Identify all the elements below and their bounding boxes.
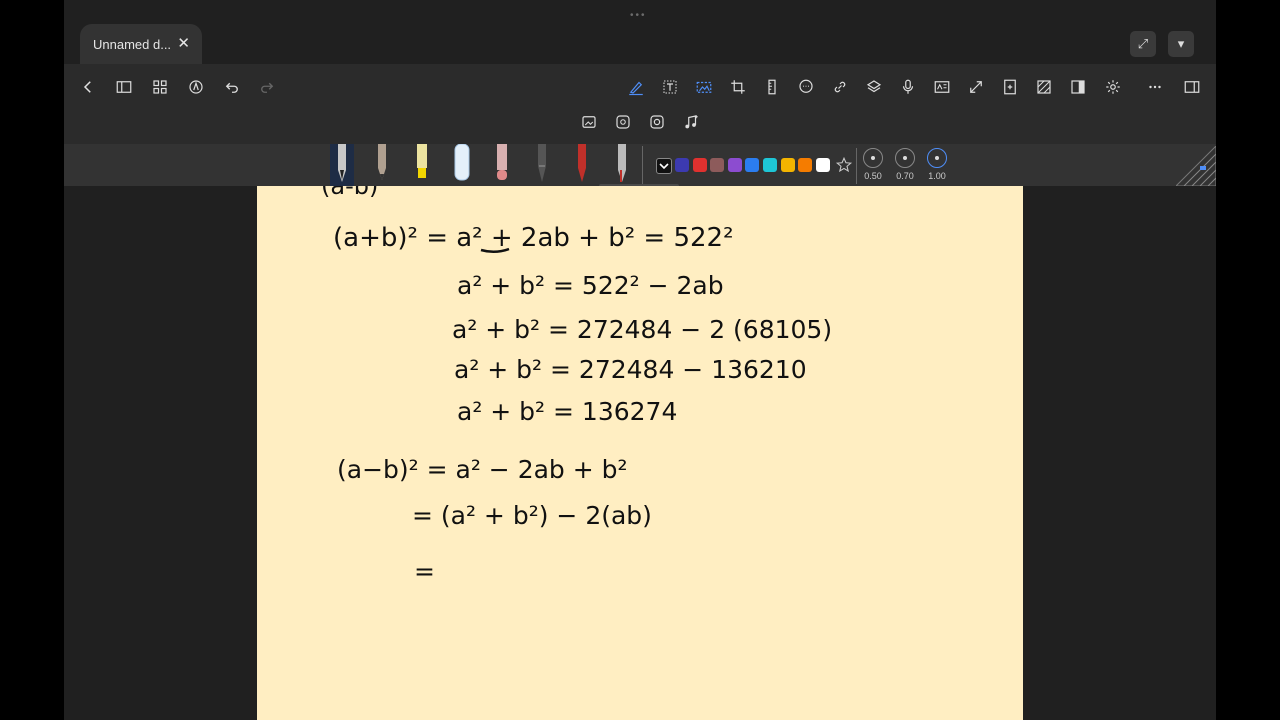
settings-icon[interactable]	[1101, 75, 1125, 99]
insert-image-icon[interactable]	[577, 110, 601, 134]
redo-icon[interactable]	[255, 75, 279, 99]
close-tab-icon[interactable]: ✕	[177, 34, 190, 52]
pen-highlighter[interactable]	[410, 144, 434, 186]
handwriting-line-4: a² + b² = 272484 − 136210	[454, 355, 807, 384]
pen-brush-marker[interactable]	[490, 144, 514, 186]
pen-fineliner[interactable]	[610, 144, 634, 186]
fullscreen-icon[interactable]: ⤢	[1130, 31, 1156, 57]
stroke-size-050[interactable]: 0.50	[858, 148, 888, 181]
window-menu-icon[interactable]: ▾	[1168, 31, 1194, 57]
stroke-size-label: 1.00	[928, 171, 946, 181]
color-swatch[interactable]	[780, 158, 795, 172]
page-corner-pattern-icon[interactable]	[1174, 145, 1216, 191]
pen-tool-icon[interactable]	[624, 75, 648, 99]
drag-handle[interactable]: •••	[630, 10, 647, 21]
note-page[interactable]: (a-b)² (a+b)² = a² + 2ab + b² = 522² a² …	[257, 186, 1023, 720]
panel-icon[interactable]	[1180, 75, 1204, 99]
expand-icon[interactable]	[964, 75, 988, 99]
pen-fountain[interactable]	[330, 144, 354, 186]
color-swatch[interactable]	[692, 158, 707, 172]
tab-title: Unnamed d...	[93, 36, 172, 52]
pen-mode-icon[interactable]	[184, 75, 208, 99]
handwriting-line-2: a² + b² = 522² − 2ab	[457, 271, 724, 300]
color-swatch[interactable]	[675, 158, 689, 172]
handwriting-line-1: (a+b)² = a² + 2ab + b² = 522²	[333, 223, 734, 253]
color-picker-toggle-icon[interactable]	[656, 158, 672, 174]
split-view-icon[interactable]	[1066, 75, 1090, 99]
text-box-icon[interactable]	[658, 75, 682, 99]
back-icon[interactable]	[76, 75, 100, 99]
pen-red-marker[interactable]	[570, 144, 594, 186]
favorite-star-icon[interactable]	[832, 153, 856, 177]
camera-icon[interactable]	[645, 110, 669, 134]
main-toolbar	[64, 64, 1216, 144]
handwriting-line-3: a² + b² = 272484 − 2 (68105)	[452, 315, 832, 344]
pattern-icon[interactable]	[1032, 75, 1056, 99]
stroke-size-070[interactable]: 0.70	[890, 148, 920, 181]
stroke-size-label: 0.50	[864, 171, 882, 181]
sticker-icon[interactable]	[611, 110, 635, 134]
sidebar-icon[interactable]	[112, 75, 136, 99]
color-swatch[interactable]	[763, 158, 777, 172]
pen-ballpoint[interactable]	[530, 144, 554, 186]
pen-pencil[interactable]	[370, 144, 394, 186]
stroke-size-label: 0.70	[896, 171, 914, 181]
crop-icon[interactable]	[726, 75, 750, 99]
color-swatch[interactable]	[727, 158, 742, 172]
handwriting-line-5: a² + b² = 136274	[457, 397, 677, 426]
link-icon[interactable]	[828, 75, 852, 99]
color-swatch[interactable]	[745, 158, 760, 172]
color-swatch[interactable]	[710, 158, 725, 172]
comment-icon[interactable]	[794, 75, 818, 99]
layers-icon[interactable]	[862, 75, 886, 99]
more-icon[interactable]	[1143, 75, 1167, 99]
audio-icon[interactable]	[679, 110, 703, 134]
color-swatch[interactable]	[798, 158, 813, 172]
handwriting-line-8: =	[414, 557, 435, 586]
ocr-icon[interactable]	[930, 75, 954, 99]
pen-eraser[interactable]	[450, 143, 474, 186]
handwriting-canvas[interactable]: (a-b)² (a+b)² = a² + 2ab + b² = 522² a² …	[257, 186, 1023, 720]
grid-icon[interactable]	[148, 75, 172, 99]
stroke-size-100[interactable]: 1.00	[922, 148, 952, 181]
color-swatch[interactable]	[815, 158, 830, 172]
undo-icon[interactable]	[220, 75, 244, 99]
add-page-icon[interactable]	[998, 75, 1022, 99]
app-window: ••• Unnamed d... ✕ ⤢ ▾ 0.50 0.70 1.00 (a…	[64, 0, 1216, 720]
ruler-icon[interactable]	[760, 75, 784, 99]
pen-tray	[64, 143, 1216, 189]
size-divider	[856, 148, 857, 184]
image-tool-icon[interactable]	[692, 75, 716, 99]
microphone-icon[interactable]	[896, 75, 920, 99]
handwriting-line-6: (a−b)² = a² − 2ab + b²	[337, 455, 628, 484]
document-tab[interactable]: Unnamed d... ✕	[80, 24, 202, 64]
handwriting-line-7: = (a² + b²) − 2(ab)	[412, 501, 652, 530]
handwriting-top-fragment: (a-b)²	[321, 186, 388, 200]
tray-divider	[642, 146, 643, 184]
